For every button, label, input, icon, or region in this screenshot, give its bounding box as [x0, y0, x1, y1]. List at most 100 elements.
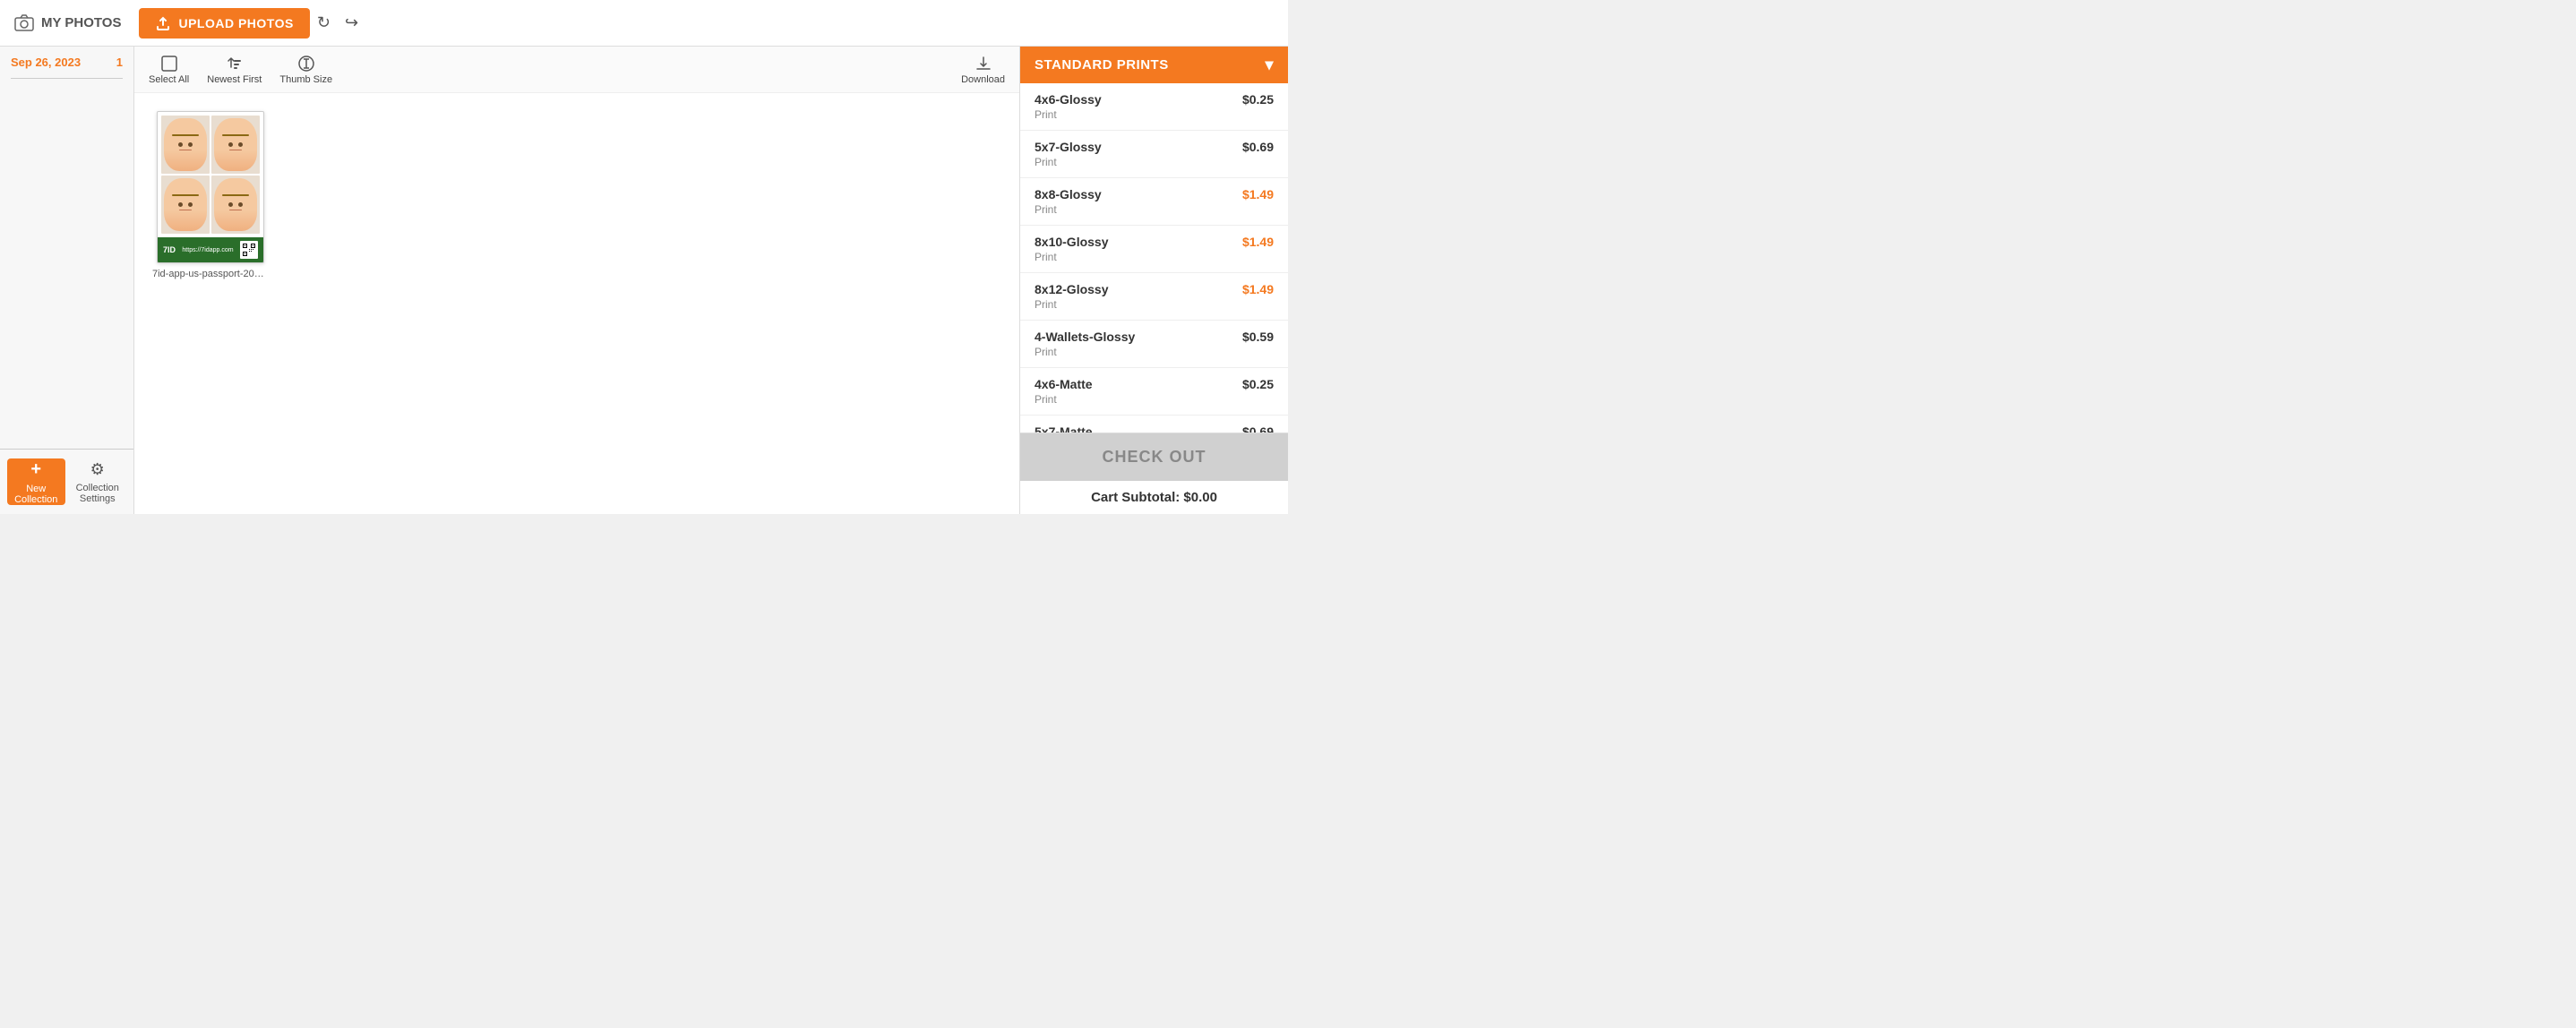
download-icon [975, 55, 992, 73]
print-info: 4-Wallets-Glossy Print [1035, 330, 1135, 358]
sidebar-bottom: + NewCollection ⚙ CollectionSettings [0, 449, 133, 514]
print-list: 4x6-Glossy Print $0.25 5x7-Glossy Print … [1020, 83, 1288, 433]
url-text: https://7idapp.com [182, 247, 233, 253]
photo-thumbnail: 7ID https://7idapp.com [157, 111, 264, 263]
print-info: 8x12-Glossy Print [1035, 282, 1109, 311]
print-type: Print [1035, 108, 1102, 121]
date-section: Sep 26, 2023 1 [0, 47, 133, 78]
print-type: Print [1035, 203, 1102, 216]
print-name: 5x7-Matte [1035, 424, 1093, 433]
photo-cell-1 [161, 116, 210, 174]
thumb-size-label: Thumb Size [279, 74, 332, 85]
photo-cell-2 [211, 116, 260, 174]
print-item[interactable]: 5x7-Glossy Print $0.69 [1020, 131, 1288, 178]
print-info: 5x7-Glossy Print [1035, 140, 1102, 168]
print-name: 8x10-Glossy [1035, 235, 1109, 249]
main-wrapper: Sep 26, 2023 1 + NewCollection ⚙ Collect… [0, 47, 1288, 514]
right-panel: STANDARD PRINTS ▾ 4x6-Glossy Print $0.25… [1019, 47, 1288, 514]
print-name: 4x6-Matte [1035, 377, 1093, 391]
date-count: 1 [116, 56, 123, 69]
thumb-size-button[interactable]: Thumb Size [279, 55, 332, 85]
photo-grid-inner [158, 112, 263, 237]
left-sidebar: Sep 26, 2023 1 + NewCollection ⚙ Collect… [0, 47, 134, 514]
print-name: 5x7-Glossy [1035, 140, 1102, 154]
print-price: $0.25 [1242, 92, 1274, 107]
print-info: 5x7-Matte Print [1035, 424, 1093, 433]
photo-footer-bar: 7ID https://7idapp.com [158, 237, 263, 262]
baby-face-2 [214, 118, 258, 171]
new-collection-button[interactable]: + NewCollection [7, 458, 65, 505]
print-item[interactable]: 4-Wallets-Glossy Print $0.59 [1020, 321, 1288, 368]
print-item[interactable]: 4x6-Glossy Print $0.25 [1020, 83, 1288, 131]
newest-first-button[interactable]: Newest First [207, 55, 262, 85]
sort-icon [226, 55, 244, 73]
print-name: 8x8-Glossy [1035, 187, 1102, 201]
select-all-label: Select All [149, 74, 189, 85]
toolbar: Select All Newest First Thumb Si [134, 47, 1019, 93]
print-price: $1.49 [1242, 235, 1274, 249]
print-info: 4x6-Matte Print [1035, 377, 1093, 406]
checkbox-icon [160, 55, 178, 73]
print-price: $0.69 [1242, 140, 1274, 154]
camera-icon [14, 13, 34, 33]
print-info: 8x10-Glossy Print [1035, 235, 1109, 263]
photo-cell-3 [161, 176, 210, 234]
print-price: $1.49 [1242, 282, 1274, 296]
download-button[interactable]: Download [961, 55, 1005, 85]
print-item[interactable]: 8x8-Glossy Print $1.49 [1020, 178, 1288, 226]
upload-photos-button[interactable]: UPLOAD PHOTOS [139, 8, 309, 39]
gear-icon: ⚙ [90, 460, 105, 479]
date-label: Sep 26, 2023 [11, 56, 81, 69]
refresh-button[interactable]: ↻ [310, 8, 338, 38]
plus-icon: + [30, 459, 41, 480]
print-info: 4x6-Glossy Print [1035, 92, 1102, 121]
collection-settings-button[interactable]: ⚙ CollectionSettings [69, 458, 127, 505]
collection-settings-label: CollectionSettings [76, 483, 119, 504]
qr-code [240, 241, 258, 259]
photo-cell-4 [211, 176, 260, 234]
print-type: Print [1035, 156, 1102, 168]
thumb-size-icon [297, 55, 315, 73]
print-item[interactable]: 5x7-Matte Print $0.69 [1020, 415, 1288, 433]
sidebar-spacer [0, 79, 133, 449]
checkout-button[interactable]: CHECK OUT [1020, 433, 1288, 481]
print-type: Print [1035, 393, 1093, 406]
standard-prints-button[interactable]: STANDARD PRINTS ▾ [1020, 47, 1288, 83]
print-name: 8x12-Glossy [1035, 282, 1109, 296]
app-logo: MY PHOTOS [14, 13, 121, 33]
print-price: $1.49 [1242, 187, 1274, 201]
brand-text: 7ID [163, 245, 176, 254]
print-name: 4x6-Glossy [1035, 92, 1102, 107]
print-type: Print [1035, 251, 1109, 263]
baby-face-4 [214, 178, 258, 231]
baby-face-3 [164, 178, 208, 231]
print-price: $0.59 [1242, 330, 1274, 344]
print-type: Print [1035, 298, 1109, 311]
print-item[interactable]: 8x10-Glossy Print $1.49 [1020, 226, 1288, 273]
download-label: Download [961, 74, 1005, 85]
baby-face-1 [164, 118, 208, 171]
photo-filename: 7id-app-us-passport-2023-09... [152, 269, 269, 279]
top-nav: MY PHOTOS UPLOAD PHOTOS ↻ ↪ [0, 0, 1288, 47]
print-price: $0.69 [1242, 424, 1274, 433]
print-info: 8x8-Glossy Print [1035, 187, 1102, 216]
print-item[interactable]: 4x6-Matte Print $0.25 [1020, 368, 1288, 415]
new-collection-label: NewCollection [14, 484, 57, 505]
newest-first-label: Newest First [207, 74, 262, 85]
upload-icon [155, 15, 171, 31]
print-name: 4-Wallets-Glossy [1035, 330, 1135, 344]
standard-prints-label: STANDARD PRINTS [1035, 57, 1169, 73]
photo-area: Select All Newest First Thumb Si [134, 47, 1019, 514]
checkout-area: CHECK OUT Cart Subtotal: $0.00 [1020, 433, 1288, 514]
cart-subtotal: Cart Subtotal: $0.00 [1020, 481, 1288, 514]
upload-label: UPLOAD PHOTOS [178, 16, 293, 30]
print-type: Print [1035, 346, 1135, 358]
print-price: $0.25 [1242, 377, 1274, 391]
chevron-down-icon: ▾ [1265, 56, 1274, 74]
photo-grid: 7ID https://7idapp.com [134, 93, 1019, 514]
photo-item[interactable]: 7ID https://7idapp.com [152, 111, 269, 279]
print-item[interactable]: 8x12-Glossy Print $1.49 [1020, 273, 1288, 321]
select-all-button[interactable]: Select All [149, 55, 189, 85]
app-name-label: MY PHOTOS [41, 15, 121, 30]
share-button[interactable]: ↪ [338, 8, 365, 38]
